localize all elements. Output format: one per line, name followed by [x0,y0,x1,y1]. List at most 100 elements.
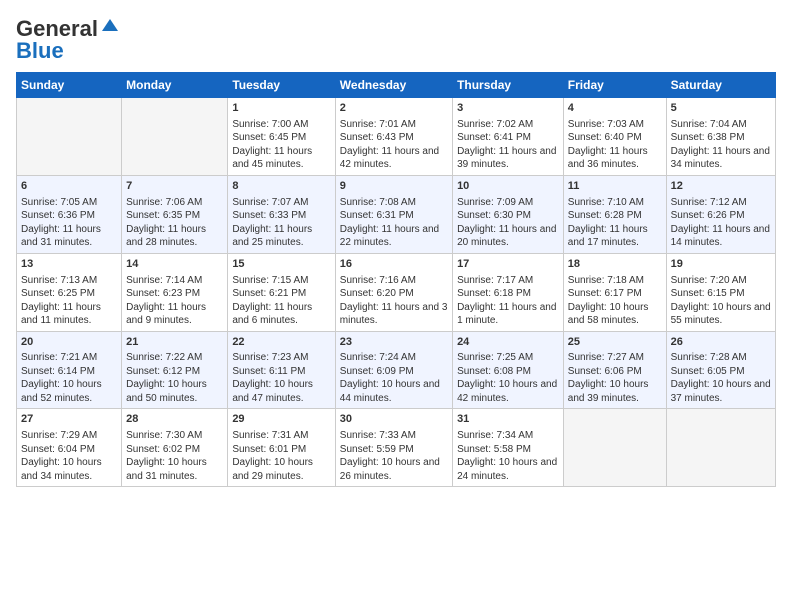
day-number: 29 [232,412,330,427]
day-cell: 14 Sunrise: 7:14 AM Sunset: 6:23 PM Dayli… [122,253,228,331]
week-row-2: 13 Sunrise: 7:13 AM Sunset: 6:25 PM Dayli… [17,253,776,331]
day-cell: 24Sunrise: 7:25 AM Sunset: 6:08 PM Dayli… [453,331,564,409]
day-number: 19 [671,257,771,272]
logo-icon [100,17,120,37]
day-number: 12 [671,179,771,194]
day-info: Sunrise: 7:10 AM Sunset: 6:28 PM Dayligh… [568,196,662,250]
day-cell: 21Sunrise: 7:22 AM Sunset: 6:12 PM Dayli… [122,331,228,409]
day-info: Sunrise: 7:09 AM Sunset: 6:30 PM Dayligh… [457,196,559,250]
day-info: Sunrise: 7:03 AM Sunset: 6:40 PM Dayligh… [568,118,662,172]
day-info: Sunrise: 7:17 AM Sunset: 6:18 PM Dayligh… [457,274,559,328]
week-row-0: 1Sunrise: 7:00 AM Sunset: 6:45 PM Daylig… [17,98,776,176]
header-day-saturday: Saturday [666,73,775,98]
day-cell: 10 Sunrise: 7:09 AM Sunset: 6:30 PM Dayli… [453,175,564,253]
day-info: Sunrise: 7:06 AM Sunset: 6:35 PM Dayligh… [126,196,223,250]
header-day-friday: Friday [563,73,666,98]
header-day-thursday: Thursday [453,73,564,98]
day-info: Sunrise: 7:24 AM Sunset: 6:09 PM Dayligh… [340,351,448,405]
day-cell: 19 Sunrise: 7:20 AM Sunset: 6:15 PM Dayli… [666,253,775,331]
day-cell: 12 Sunrise: 7:12 AM Sunset: 6:26 PM Dayli… [666,175,775,253]
day-info: Sunrise: 7:21 AM Sunset: 6:14 PM Dayligh… [21,351,117,405]
day-info: Sunrise: 7:20 AM Sunset: 6:15 PM Dayligh… [671,274,771,328]
day-number: 28 [126,412,223,427]
week-row-1: 6 Sunrise: 7:05 AM Sunset: 6:36 PM Daylig… [17,175,776,253]
day-info: Sunrise: 7:28 AM Sunset: 6:05 PM Dayligh… [671,351,771,405]
calendar-body: 1Sunrise: 7:00 AM Sunset: 6:45 PM Daylig… [17,98,776,487]
day-info: Sunrise: 7:07 AM Sunset: 6:33 PM Dayligh… [232,196,330,250]
day-number: 7 [126,179,223,194]
day-info: Sunrise: 7:22 AM Sunset: 6:12 PM Dayligh… [126,351,223,405]
day-info: Sunrise: 7:14 AM Sunset: 6:23 PM Dayligh… [126,274,223,328]
day-cell: 4 Sunrise: 7:03 AM Sunset: 6:40 PM Daylig… [563,98,666,176]
day-number: 18 [568,257,662,272]
day-cell: 23Sunrise: 7:24 AM Sunset: 6:09 PM Dayli… [335,331,452,409]
calendar-header: SundayMondayTuesdayWednesdayThursdayFrid… [17,73,776,98]
day-number: 3 [457,101,559,116]
header-day-tuesday: Tuesday [228,73,335,98]
day-info: Sunrise: 7:02 AM Sunset: 6:41 PM Dayligh… [457,118,559,172]
day-cell: 11 Sunrise: 7:10 AM Sunset: 6:28 PM Dayli… [563,175,666,253]
day-info: Sunrise: 7:13 AM Sunset: 6:25 PM Dayligh… [21,274,117,328]
day-cell: 18 Sunrise: 7:18 AM Sunset: 6:17 PM Dayli… [563,253,666,331]
day-number: 25 [568,335,662,350]
day-cell: 2 Sunrise: 7:01 AM Sunset: 6:43 PM Daylig… [335,98,452,176]
day-number: 16 [340,257,448,272]
day-info: Sunrise: 7:33 AM Sunset: 5:59 PM Dayligh… [340,429,448,483]
day-info: Sunrise: 7:25 AM Sunset: 6:08 PM Dayligh… [457,351,559,405]
day-info: Sunrise: 7:18 AM Sunset: 6:17 PM Dayligh… [568,274,662,328]
week-row-3: 20Sunrise: 7:21 AM Sunset: 6:14 PM Dayli… [17,331,776,409]
day-number: 4 [568,101,662,116]
day-number: 8 [232,179,330,194]
day-info: Sunrise: 7:00 AM Sunset: 6:45 PM Dayligh… [232,118,330,172]
day-cell [666,409,775,487]
day-number: 2 [340,101,448,116]
header-day-monday: Monday [122,73,228,98]
day-info: Sunrise: 7:05 AM Sunset: 6:36 PM Dayligh… [21,196,117,250]
day-cell: 25Sunrise: 7:27 AM Sunset: 6:06 PM Dayli… [563,331,666,409]
page-header: General Blue [16,16,776,64]
day-number: 27 [21,412,117,427]
day-number: 31 [457,412,559,427]
day-info: Sunrise: 7:31 AM Sunset: 6:01 PM Dayligh… [232,429,330,483]
day-info: Sunrise: 7:08 AM Sunset: 6:31 PM Dayligh… [340,196,448,250]
day-number: 9 [340,179,448,194]
day-cell: 30 Sunrise: 7:33 AM Sunset: 5:59 PM Dayli… [335,409,452,487]
day-cell: 9 Sunrise: 7:08 AM Sunset: 6:31 PM Daylig… [335,175,452,253]
day-info: Sunrise: 7:23 AM Sunset: 6:11 PM Dayligh… [232,351,330,405]
day-number: 10 [457,179,559,194]
day-number: 15 [232,257,330,272]
header-row: SundayMondayTuesdayWednesdayThursdayFrid… [17,73,776,98]
day-cell: 15 Sunrise: 7:15 AM Sunset: 6:21 PM Dayli… [228,253,335,331]
day-cell: 20Sunrise: 7:21 AM Sunset: 6:14 PM Dayli… [17,331,122,409]
day-info: Sunrise: 7:12 AM Sunset: 6:26 PM Dayligh… [671,196,771,250]
day-number: 5 [671,101,771,116]
day-info: Sunrise: 7:15 AM Sunset: 6:21 PM Dayligh… [232,274,330,328]
day-number: 21 [126,335,223,350]
header-day-sunday: Sunday [17,73,122,98]
day-number: 20 [21,335,117,350]
day-info: Sunrise: 7:04 AM Sunset: 6:38 PM Dayligh… [671,118,771,172]
week-row-4: 27 Sunrise: 7:29 AM Sunset: 6:04 PM Dayli… [17,409,776,487]
day-cell: 16Sunrise: 7:16 AM Sunset: 6:20 PM Dayli… [335,253,452,331]
day-cell: 5 Sunrise: 7:04 AM Sunset: 6:38 PM Daylig… [666,98,775,176]
day-number: 30 [340,412,448,427]
day-number: 14 [126,257,223,272]
day-info: Sunrise: 7:27 AM Sunset: 6:06 PM Dayligh… [568,351,662,405]
day-number: 22 [232,335,330,350]
day-cell: 7 Sunrise: 7:06 AM Sunset: 6:35 PM Daylig… [122,175,228,253]
day-cell [122,98,228,176]
day-number: 6 [21,179,117,194]
day-number: 24 [457,335,559,350]
day-cell: 6 Sunrise: 7:05 AM Sunset: 6:36 PM Daylig… [17,175,122,253]
day-number: 11 [568,179,662,194]
day-cell [563,409,666,487]
day-cell: 31 Sunrise: 7:34 AM Sunset: 5:58 PM Dayli… [453,409,564,487]
day-info: Sunrise: 7:34 AM Sunset: 5:58 PM Dayligh… [457,429,559,483]
day-info: Sunrise: 7:30 AM Sunset: 6:02 PM Dayligh… [126,429,223,483]
calendar-table: SundayMondayTuesdayWednesdayThursdayFrid… [16,72,776,487]
day-number: 13 [21,257,117,272]
day-info: Sunrise: 7:01 AM Sunset: 6:43 PM Dayligh… [340,118,448,172]
day-info: Sunrise: 7:29 AM Sunset: 6:04 PM Dayligh… [21,429,117,483]
day-cell: 13 Sunrise: 7:13 AM Sunset: 6:25 PM Dayli… [17,253,122,331]
logo: General Blue [16,16,120,64]
